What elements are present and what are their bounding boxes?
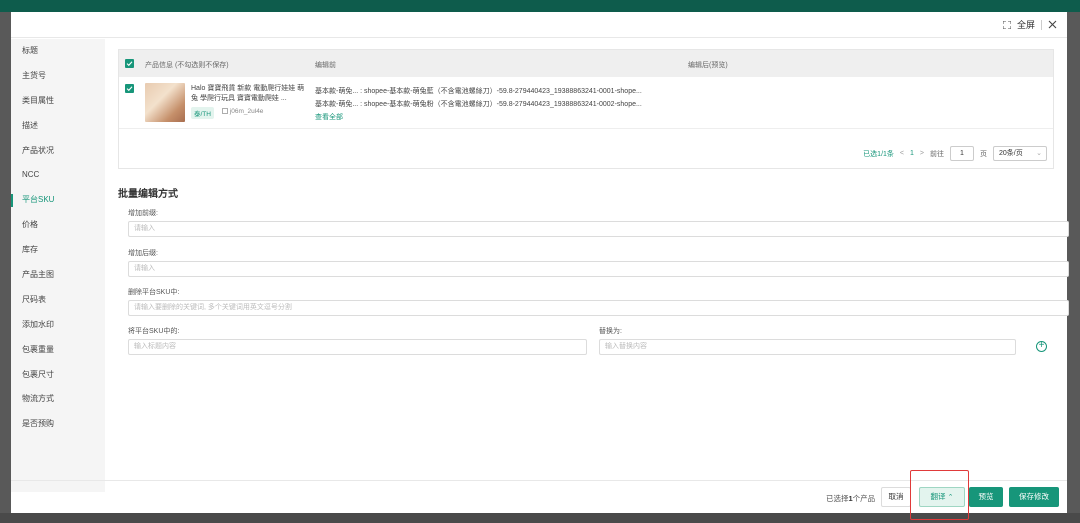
- sidebar-item[interactable]: 标题: [11, 39, 105, 64]
- modal-header-actions: 全屏: [1002, 18, 1057, 31]
- replace-to-input[interactable]: 输入替换内容: [599, 339, 1016, 355]
- cancel-button[interactable]: 取消: [881, 487, 911, 507]
- page-unit-label: 页: [980, 150, 987, 158]
- fullscreen-button[interactable]: 全屏: [1017, 18, 1035, 31]
- column-header-product-info: 产品信息 (不勾选则不保存): [145, 62, 229, 69]
- sidebar-item[interactable]: 主货号: [11, 64, 105, 89]
- replace-from-label: 将平台SKU中的:: [128, 328, 180, 335]
- sidebar-item[interactable]: 产品状况: [11, 139, 105, 164]
- selected-products-info: 已选择1个产品: [826, 493, 875, 504]
- goto-label: 前往: [930, 150, 944, 158]
- next-page-button[interactable]: >: [920, 150, 924, 157]
- delete-keywords-input[interactable]: 请输入要删除的关键词, 多个关键词用英文逗号分割: [128, 300, 1069, 316]
- sidebar-item[interactable]: 库存: [11, 238, 105, 263]
- prefix-input[interactable]: 请输入: [128, 221, 1069, 237]
- annotation-highlight-box: [910, 470, 969, 520]
- pagination: 已选1/1条 < 1 > 前往 1 页 20条/页 ⌄: [863, 146, 1047, 161]
- fullscreen-icon[interactable]: [1002, 20, 1011, 29]
- before-sku-line: 基本款-萌免... : shopee-基本款-萌兔藍（不含電池螺絲刀）-59.8…: [315, 88, 642, 95]
- section-title: 批量编辑方式: [118, 189, 178, 200]
- suffix-input[interactable]: 请输入: [128, 261, 1069, 277]
- preview-button[interactable]: 预览: [969, 487, 1003, 507]
- replace-from-input[interactable]: 输入标题内容: [128, 339, 587, 355]
- sidebar-item[interactable]: 类目属性: [11, 89, 105, 114]
- replace-to-label: 替换为:: [599, 328, 622, 335]
- sidebar-item[interactable]: 是否预购: [11, 412, 105, 437]
- product-thumbnail: [145, 83, 185, 122]
- sidebar-item[interactable]: 描述: [11, 114, 105, 139]
- copy-icon: [222, 108, 228, 114]
- sidebar-item[interactable]: 添加水印: [11, 313, 105, 338]
- background-app-header: [0, 0, 1080, 12]
- suffix-label: 增加后缀:: [128, 250, 158, 257]
- select-all-checkbox[interactable]: [125, 59, 134, 68]
- column-header-after: 编辑后(预览): [688, 62, 728, 69]
- sidebar-item[interactable]: NCC: [11, 163, 105, 188]
- product-name: Halo 寶寶飛貨 新款 電動爬行娃娃 萌兔 學爬行玩具 寶寶電動爬娃 ...: [191, 85, 305, 102]
- close-icon[interactable]: [1048, 20, 1057, 29]
- header-divider: [1041, 19, 1042, 30]
- current-page[interactable]: 1: [910, 150, 914, 157]
- sidebar-item[interactable]: 包裹重量: [11, 338, 105, 363]
- row-checkbox[interactable]: [125, 84, 134, 93]
- sidebar-item[interactable]: 包裹尺寸: [11, 363, 105, 388]
- sku-id: j06m_2ul4e: [222, 108, 263, 115]
- chevron-down-icon: ⌄: [1036, 150, 1042, 157]
- column-header-before: 编辑前: [315, 62, 336, 69]
- site-tag: 泰/TH: [191, 107, 214, 119]
- sidebar-item[interactable]: 价格: [11, 213, 105, 238]
- sku-id-text: j06m_2ul4e: [229, 108, 264, 115]
- table-header: 产品信息 (不勾选则不保存) 编辑前 编辑后(预览): [119, 50, 1053, 77]
- selected-count: 已选1/1条: [863, 150, 894, 158]
- prefix-label: 增加前缀:: [128, 210, 158, 217]
- prev-page-button[interactable]: <: [900, 150, 904, 157]
- view-all-link[interactable]: 查看全部: [315, 112, 343, 122]
- modal-footer: 已选择1个产品 取消 翻译 ⌃ 预览 保存修改: [11, 480, 1067, 513]
- page-size-select[interactable]: 20条/页 ⌄: [993, 146, 1047, 161]
- batch-edit-modal: 全屏 标题 主货号 类目属性 描述 产品状况 NCC 平台SKU 价格 库存 产品主图 尺码表 添加水…: [11, 12, 1069, 513]
- sidebar-item[interactable]: 平台SKU: [11, 188, 105, 213]
- page-size-value: 20条/页: [999, 150, 1023, 157]
- sidebar-item[interactable]: 产品主图: [11, 263, 105, 288]
- sidebar-item[interactable]: 物流方式: [11, 387, 105, 412]
- selected-prefix: 已选择: [826, 494, 849, 503]
- sidebar-item[interactable]: 尺码表: [11, 288, 105, 313]
- table-row: Halo 寶寶飛貨 新款 電動爬行娃娃 萌兔 學爬行玩具 寶寶電動爬娃 ... …: [119, 77, 1053, 129]
- modal-header: 全屏: [11, 12, 1067, 38]
- delete-keywords-label: 删除平台SKU中:: [128, 289, 180, 296]
- sku-table: 产品信息 (不勾选则不保存) 编辑前 编辑后(预览) Halo 寶寶飛貨 新款 …: [118, 49, 1054, 169]
- save-changes-button[interactable]: 保存修改: [1009, 487, 1059, 507]
- selected-suffix: 个产品: [852, 494, 876, 503]
- goto-page-input[interactable]: 1: [950, 146, 974, 161]
- before-sku-line: 基本款-萌免... : shopee-基本款-萌兔粉（不含電池螺絲刀）-59.8…: [315, 101, 642, 108]
- add-rule-plus-icon[interactable]: +: [1036, 341, 1047, 352]
- field-sidebar: 标题 主货号 类目属性 描述 产品状况 NCC 平台SKU 价格 库存 产品主图 尺码表 添加水印 包裹…: [11, 39, 105, 492]
